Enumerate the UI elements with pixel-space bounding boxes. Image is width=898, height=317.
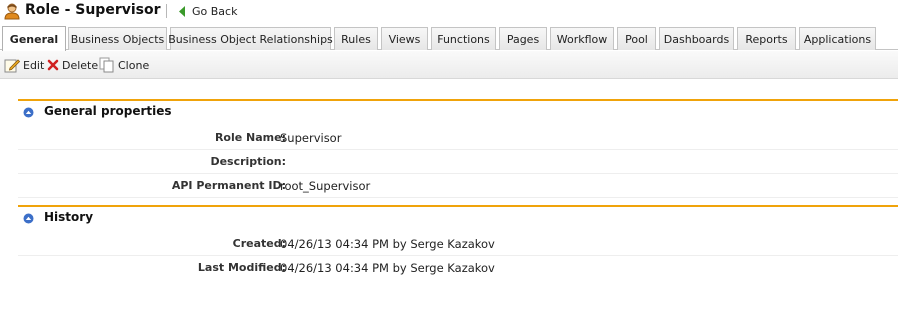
tab-business-object-relationships[interactable]: Business Object Relationships — [168, 27, 333, 50]
tab-views[interactable]: Views — [381, 27, 428, 50]
go-back-label: Go Back — [192, 4, 238, 18]
field-value: Supervisor — [280, 131, 342, 145]
field-label: Last Modified: — [197, 261, 286, 274]
page-title: Role - Supervisor — [25, 2, 161, 18]
field-row-role-name: Role Name: Supervisor — [18, 126, 898, 150]
header-divider — [166, 4, 167, 18]
user-role-icon — [4, 3, 20, 20]
tab-workflow[interactable]: Workflow — [550, 27, 614, 50]
back-arrow-icon — [179, 5, 185, 17]
field-label: Role Name: — [214, 131, 286, 144]
tab-rules[interactable]: Rules — [334, 27, 378, 50]
tab-business-objects[interactable]: Business Objects — [68, 27, 167, 50]
field-value: 04/26/13 04:34 PM by Serge Kazakov — [280, 261, 495, 275]
collapse-toggle-icon[interactable] — [23, 107, 34, 118]
tab-general[interactable]: General — [2, 26, 66, 51]
tab-applications[interactable]: Applications — [799, 27, 876, 50]
history-header: History — [18, 205, 898, 227]
clone-button[interactable]: Clone — [99, 57, 149, 73]
tab-dashboards[interactable]: Dashboards — [659, 27, 734, 50]
field-value: 04/26/13 04:34 PM by Serge Kazakov — [280, 237, 495, 251]
tab-pool[interactable]: Pool — [617, 27, 656, 50]
section-title: General properties — [44, 104, 172, 118]
field-row-description: Description: — [18, 150, 898, 174]
field-label: API Permanent ID: — [171, 179, 286, 192]
clone-icon — [99, 57, 114, 73]
collapse-toggle-icon[interactable] — [23, 213, 34, 224]
field-row-api-permanent-id: API Permanent ID: root_Supervisor — [18, 174, 898, 198]
tab-pages[interactable]: Pages — [499, 27, 547, 50]
tab-bar: General Business Objects Business Object… — [0, 26, 898, 51]
clone-label: Clone — [118, 58, 150, 72]
edit-icon — [4, 59, 20, 73]
general-properties-header: General properties — [18, 99, 898, 121]
tab-functions[interactable]: Functions — [431, 27, 496, 50]
go-back-link[interactable]: Go Back — [178, 4, 237, 18]
field-row-created: Created: 04/26/13 04:34 PM by Serge Kaza… — [18, 232, 898, 256]
field-value: root_Supervisor — [280, 179, 371, 193]
delete-button[interactable]: Delete — [47, 57, 98, 73]
edit-label: Edit — [23, 58, 45, 72]
section-title: History — [44, 210, 94, 224]
page-header: Role - Supervisor Go Back — [0, 0, 898, 25]
tab-reports[interactable]: Reports — [737, 27, 796, 50]
field-row-last-modified: Last Modified: 04/26/13 04:34 PM by Serg… — [18, 256, 898, 280]
field-label: Created: — [232, 237, 286, 250]
field-label: Description: — [210, 155, 286, 168]
delete-x-icon — [47, 59, 59, 71]
action-toolbar: Edit Delete Clone — [0, 51, 898, 79]
delete-label: Delete — [62, 58, 99, 72]
edit-button[interactable]: Edit — [4, 57, 44, 73]
